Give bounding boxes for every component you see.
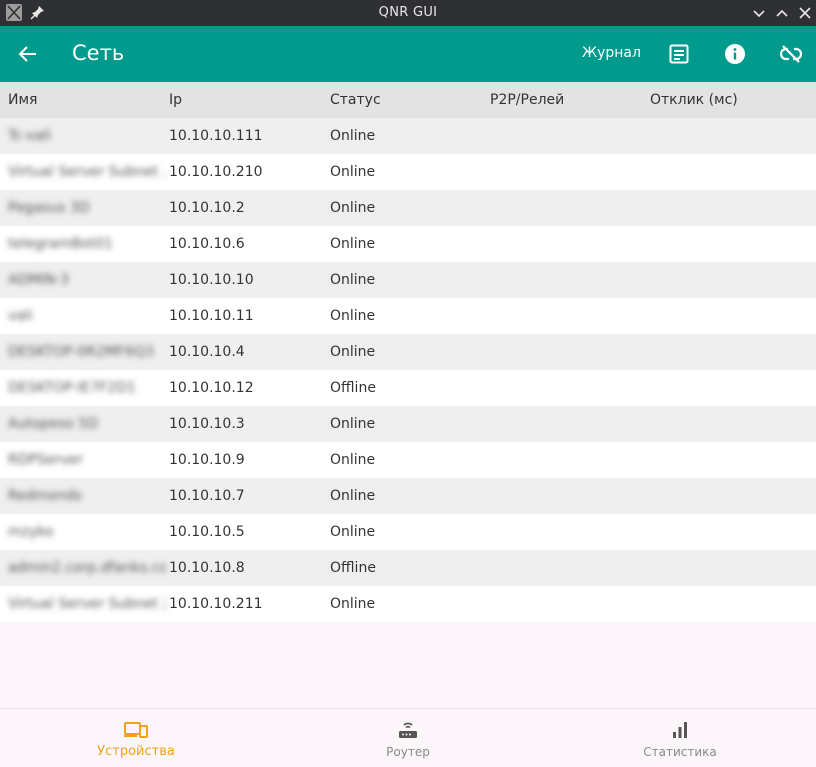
table-header: Имя Ip Статус P2P/Релей Отклик (мс): [0, 82, 816, 118]
nav-label-router: Роутер: [386, 745, 430, 759]
table-row[interactable]: Autopeso 5D 10.10.10.3 Online: [0, 406, 816, 442]
device-name: vali: [8, 308, 33, 324]
device-status: Online: [330, 236, 376, 252]
table-row[interactable]: DESKTOP-0R2MF6Q3 10.10.10.4 Online: [0, 334, 816, 370]
devices-icon: [123, 719, 149, 741]
table-row[interactable]: mzyko 10.10.10.5 Online: [0, 514, 816, 550]
devices-table: Имя Ip Статус P2P/Релей Отклик (мс) Tc-v…: [0, 82, 816, 622]
device-status: Online: [330, 164, 376, 180]
device-status: Online: [330, 308, 376, 324]
device-name: telegramBot01: [8, 236, 113, 252]
device-name: Virtual Server Subnet 2: [8, 596, 166, 612]
bar-chart-icon: [667, 719, 693, 741]
back-arrow-icon[interactable]: [18, 44, 38, 64]
device-name: Virtual Server Subnet ...: [8, 164, 166, 180]
column-header-name[interactable]: Имя: [8, 92, 166, 108]
device-ip: 10.10.10.12: [169, 380, 254, 396]
nav-item-devices[interactable]: Устройства: [0, 709, 272, 767]
maximize-icon[interactable]: [774, 5, 790, 21]
device-ip: 10.10.10.8: [169, 560, 245, 576]
table-row[interactable]: Redmonds 10.10.10.7 Online: [0, 478, 816, 514]
device-name: Pegasus 3D: [8, 200, 90, 216]
column-header-p2p-relay[interactable]: P2P/Релей: [490, 92, 564, 108]
column-header-ip[interactable]: Ip: [169, 92, 182, 108]
device-status: Online: [330, 524, 376, 540]
device-name: Redmonds: [8, 488, 82, 504]
table-row[interactable]: DESKTOP-IE7F2D1 10.10.10.12 Offline: [0, 370, 816, 406]
device-ip: 10.10.10.5: [169, 524, 245, 540]
info-icon[interactable]: [724, 43, 746, 65]
device-ip: 10.10.10.11: [169, 308, 254, 324]
table-row[interactable]: Virtual Server Subnet ... 10.10.10.210 O…: [0, 154, 816, 190]
device-ip: 10.10.10.210: [169, 164, 263, 180]
column-header-status[interactable]: Статус: [330, 92, 381, 108]
page-title: Сеть: [72, 41, 125, 65]
table-row[interactable]: RDPServer 10.10.10.9 Online: [0, 442, 816, 478]
device-name: admin2.corp.dfanks.com: [8, 560, 166, 576]
device-status: Offline: [330, 380, 376, 396]
device-ip: 10.10.10.111: [169, 128, 263, 144]
device-ip: 10.10.10.2: [169, 200, 245, 216]
table-row[interactable]: ADMIN-3 10.10.10.10 Online: [0, 262, 816, 298]
device-status: Online: [330, 128, 376, 144]
device-status: Online: [330, 272, 376, 288]
device-status: Online: [330, 488, 376, 504]
device-status: Online: [330, 200, 376, 216]
device-ip: 10.10.10.3: [169, 416, 245, 432]
device-status: Online: [330, 416, 376, 432]
bottom-navigation: Устройства Роутер Статистика: [0, 708, 816, 767]
nav-item-router[interactable]: Роутер: [272, 709, 544, 767]
window-titlebar: QNR GUI: [0, 0, 816, 26]
nav-label-devices: Устройства: [97, 744, 175, 759]
device-name: DESKTOP-IE7F2D1: [8, 380, 136, 396]
window-title: QNR GUI: [378, 5, 438, 20]
table-row[interactable]: vali 10.10.10.11 Online: [0, 298, 816, 334]
link-off-icon[interactable]: [779, 43, 803, 65]
nav-label-statistics: Статистика: [643, 745, 717, 759]
device-name: Tc-vali: [8, 128, 52, 144]
device-ip: 10.10.10.10: [169, 272, 254, 288]
app-bar: Сеть Журнал: [0, 26, 816, 82]
device-status: Offline: [330, 560, 376, 576]
log-list-icon[interactable]: [668, 43, 690, 65]
minimize-icon[interactable]: [751, 5, 767, 21]
device-name: ADMIN-3: [8, 272, 69, 288]
device-name: Autopeso 5D: [8, 416, 99, 432]
table-row[interactable]: Virtual Server Subnet 2 10.10.10.211 Onl…: [0, 586, 816, 622]
table-row[interactable]: Pegasus 3D 10.10.10.2 Online: [0, 190, 816, 226]
device-status: Online: [330, 452, 376, 468]
table-row[interactable]: Tc-vali 10.10.10.111 Online: [0, 118, 816, 154]
device-name: RDPServer: [8, 452, 83, 468]
table-row[interactable]: admin2.corp.dfanks.com 10.10.10.8 Offlin…: [0, 550, 816, 586]
device-status: Online: [330, 596, 376, 612]
nav-item-statistics[interactable]: Статистика: [544, 709, 816, 767]
journal-button[interactable]: Журнал: [582, 45, 641, 61]
column-header-latency[interactable]: Отклик (мс): [650, 92, 738, 108]
close-icon[interactable]: [797, 5, 813, 21]
device-status: Online: [330, 344, 376, 360]
router-icon: [395, 719, 421, 741]
device-ip: 10.10.10.7: [169, 488, 245, 504]
device-ip: 10.10.10.211: [169, 596, 263, 612]
device-name: mzyko: [8, 524, 54, 540]
device-name: DESKTOP-0R2MF6Q3: [8, 344, 154, 360]
device-ip: 10.10.10.4: [169, 344, 245, 360]
device-ip: 10.10.10.6: [169, 236, 245, 252]
table-row[interactable]: telegramBot01 10.10.10.6 Online: [0, 226, 816, 262]
device-ip: 10.10.10.9: [169, 452, 245, 468]
